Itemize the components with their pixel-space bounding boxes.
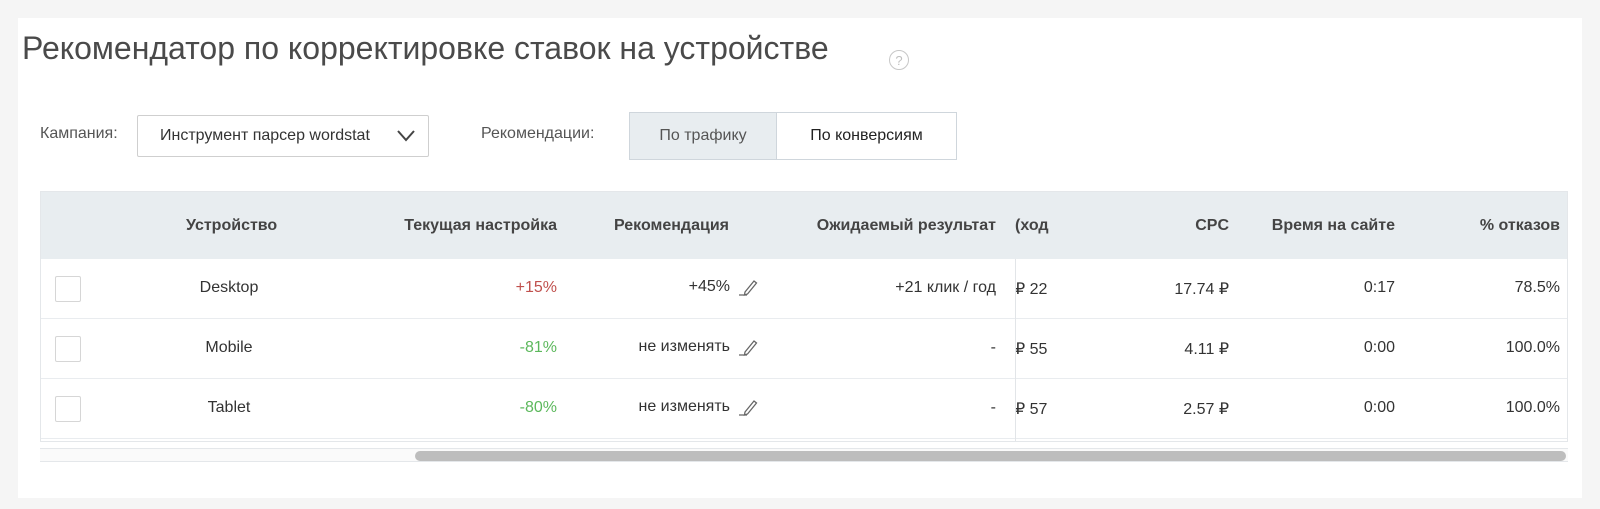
expected-result-cell: +21 клик / год	[895, 279, 996, 296]
chevron-down-icon	[397, 130, 415, 142]
header-cpc[interactable]: CPC	[1195, 217, 1229, 235]
recommendation-cell[interactable]: не изменять	[638, 397, 758, 417]
recommendation-cell[interactable]: не изменять	[638, 337, 758, 357]
device-cell: Desktop	[199, 279, 259, 296]
recommendation-cell[interactable]: +45%	[689, 277, 758, 297]
header-cost-partial[interactable]: ход)	[1015, 217, 1085, 235]
time-on-site-cell: 0:00	[1363, 399, 1395, 416]
cost-partial-cell: 55 ₽	[1015, 341, 1048, 358]
cost-partial-cell: 57 ₽	[1015, 401, 1048, 418]
campaign-select[interactable]: Инструмент парсер wordstat	[137, 115, 429, 157]
table-row: Tablet -80% не изменять - 57 ₽ 2.57 ₽ 0:…	[41, 379, 1567, 439]
table-row: Desktop +15% +45% +21 клик / год 22 ₽ 17…	[41, 259, 1567, 319]
cpc-cell: 2.57 ₽	[1183, 401, 1229, 418]
header-device[interactable]: Устройство	[186, 217, 277, 235]
expected-result-cell: -	[990, 339, 996, 356]
recommendation-value: не изменять	[638, 398, 730, 416]
recommendation-value: +45%	[688, 278, 730, 296]
row-checkbox[interactable]	[55, 336, 81, 362]
table-row: Mobile -81% не изменять - 55 ₽ 4.11 ₽ 0:…	[41, 319, 1567, 379]
horizontal-scrollbar[interactable]	[40, 448, 1568, 462]
cpc-cell: 17.74 ₽	[1174, 281, 1229, 298]
pencil-icon[interactable]	[736, 277, 758, 297]
time-on-site-cell: 0:00	[1363, 339, 1395, 356]
frozen-column-divider	[1015, 259, 1016, 441]
campaign-label: Кампания:	[40, 125, 118, 142]
current-setting-cell: -81%	[519, 339, 557, 356]
pencil-icon[interactable]	[736, 337, 758, 357]
device-cell: Mobile	[205, 339, 253, 356]
page-title: Рекомендатор по корректировке ставок на …	[22, 30, 829, 66]
expected-result-cell: -	[990, 399, 996, 416]
recommendations-label: Рекомендации:	[481, 125, 595, 142]
bounce-rate-cell: 100.0%	[1505, 339, 1560, 356]
tab-by-conversions[interactable]: По конверсиям	[776, 112, 957, 160]
tab-by-traffic[interactable]: По трафику	[629, 112, 777, 160]
scrollbar-thumb[interactable]	[415, 451, 1566, 461]
cpc-cell: 4.11 ₽	[1184, 341, 1229, 358]
pencil-icon[interactable]	[736, 397, 758, 417]
campaign-select-value: Инструмент парсер wordstat	[160, 127, 370, 144]
row-checkbox[interactable]	[55, 276, 81, 302]
header-expected-result[interactable]: Ожидаемый результат	[817, 217, 996, 235]
row-checkbox[interactable]	[55, 396, 81, 422]
table-header: Устройство Текущая настройка Рекомендаци…	[41, 192, 1567, 259]
header-recommendation[interactable]: Рекомендация	[614, 217, 729, 235]
recommendation-value: не изменять	[638, 338, 730, 356]
bounce-rate-cell: 78.5%	[1514, 279, 1560, 296]
current-setting-cell: -80%	[519, 399, 557, 416]
device-cell: Tablet	[207, 399, 251, 416]
header-current-setting[interactable]: Текущая настройка	[404, 217, 557, 235]
recommendations-table: Устройство Текущая настройка Рекомендаци…	[40, 191, 1568, 442]
header-time-on-site[interactable]: Время на сайте	[1272, 217, 1395, 235]
time-on-site-cell: 0:17	[1363, 279, 1395, 296]
header-bounce-rate[interactable]: % отказов	[1480, 217, 1560, 235]
cost-partial-cell: 22 ₽	[1015, 281, 1048, 298]
help-icon[interactable]: ?	[889, 50, 909, 70]
current-setting-cell: +15%	[515, 279, 557, 296]
bounce-rate-cell: 100.0%	[1505, 399, 1560, 416]
